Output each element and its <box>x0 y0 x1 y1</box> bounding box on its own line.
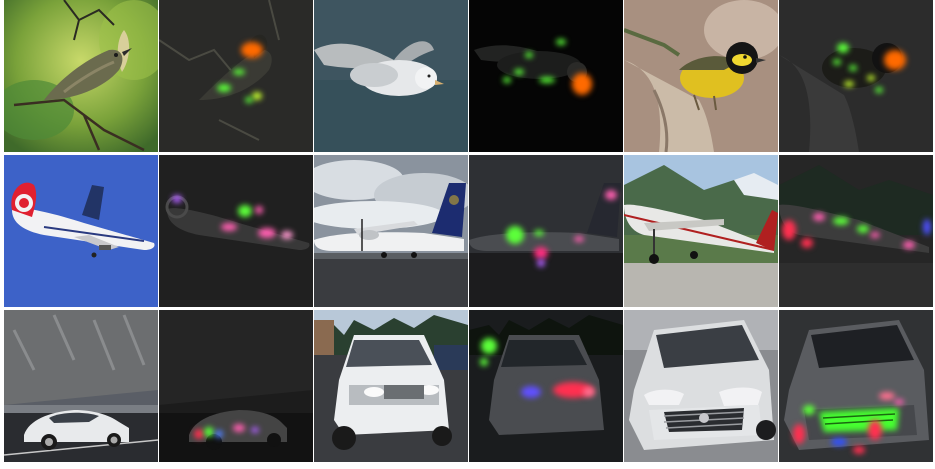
photo-silver-car <box>624 310 778 462</box>
sports-car-image <box>4 310 158 462</box>
saliency-vintage-plane <box>779 155 933 307</box>
saliency-plane-blue-sky <box>159 155 313 307</box>
silver-car-image <box>624 310 778 462</box>
vintage-airplane-saliency-overlay <box>779 155 933 307</box>
saliency-silver-car <box>779 310 933 462</box>
saliency-white-suv <box>469 310 623 462</box>
seabird-image <box>314 0 468 152</box>
photo-vintage-plane <box>624 155 778 307</box>
bird-on-branch-image <box>4 0 158 152</box>
bird-saliency-overlay <box>159 0 313 152</box>
seabird-saliency-overlay <box>469 0 623 152</box>
turboprop-runway-image <box>314 155 468 307</box>
saliency-seabird <box>469 0 623 152</box>
yellow-bird-image <box>624 0 778 152</box>
turboprop-saliency-overlay <box>469 155 623 307</box>
white-suv-image <box>314 310 468 462</box>
image-grid <box>4 0 934 466</box>
saliency-bird-branch <box>159 0 313 152</box>
vintage-airplane-image <box>624 155 778 307</box>
yellow-bird-saliency-overlay <box>779 0 933 152</box>
saliency-turboprop <box>469 155 623 307</box>
airplane-blue-sky-image <box>4 155 158 307</box>
photo-bird-branch <box>4 0 158 152</box>
white-suv-saliency-overlay <box>469 310 623 462</box>
photo-yellow-bird <box>624 0 778 152</box>
photo-white-suv <box>314 310 468 462</box>
photo-seabird-flying <box>314 0 468 152</box>
photo-plane-blue-sky <box>4 155 158 307</box>
sports-car-saliency-overlay <box>159 310 313 462</box>
silver-car-saliency-overlay <box>779 310 933 462</box>
saliency-yellow-bird <box>779 0 933 152</box>
photo-turboprop-runway <box>314 155 468 307</box>
saliency-sports-car <box>159 310 313 462</box>
airplane-saliency-overlay <box>159 155 313 307</box>
photo-sports-car-cliff <box>4 310 158 462</box>
